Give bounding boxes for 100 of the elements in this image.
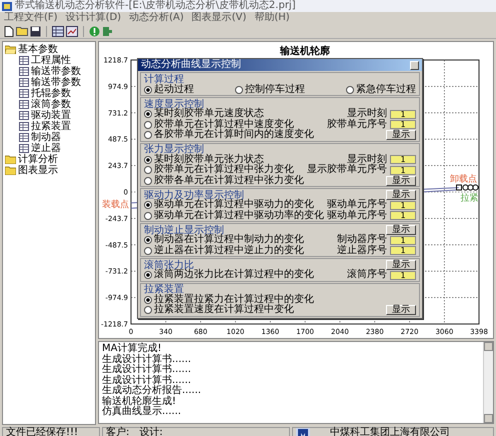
table-icon[interactable] — [52, 26, 64, 36]
option-label[interactable]: 紧急停车过程 — [356, 84, 416, 94]
table-icon — [19, 122, 29, 131]
radio-button[interactable] — [144, 212, 152, 220]
table-icon — [19, 144, 29, 153]
option-label[interactable]: 胶带单元在计算过程中张力变化 — [154, 165, 294, 176]
field-label: 显示时刻 — [347, 109, 387, 120]
field-label: 逆止器序号 — [337, 246, 387, 256]
tree-item[interactable]: 基本参数 — [5, 44, 93, 55]
option-label[interactable]: 胶带单元在计算过程中速度变化 — [154, 120, 294, 130]
radio-button[interactable] — [144, 176, 152, 185]
radio-button[interactable] — [235, 86, 243, 94]
field-label: 显示胶带单元序号 — [307, 165, 387, 176]
chart-label: 装载点 — [102, 200, 129, 210]
input-field[interactable]: 1 — [390, 110, 416, 119]
show-button[interactable]: 显示 — [386, 130, 416, 140]
table-icon — [19, 67, 29, 76]
radio-button[interactable] — [144, 246, 152, 255]
input-field[interactable]: 1 — [390, 166, 416, 175]
field-label: 制动器序号 — [337, 235, 387, 246]
show-button[interactable]: 显示 — [386, 260, 416, 270]
option-label[interactable]: 制动器在计算过程中制动力的变化 — [154, 235, 304, 246]
dialog-title: 动态分析曲线显示控制 — [141, 59, 241, 71]
pulley-drawing — [456, 184, 480, 192]
tree-item[interactable]: 制动器 — [5, 132, 93, 143]
menu-item[interactable]: 动态分析(A) — [129, 12, 184, 24]
group-title: 制动逆止显示控制 — [144, 224, 224, 236]
log-line: 仿真曲线显示...... — [102, 407, 182, 418]
field-label: 滚筒序号 — [347, 270, 387, 280]
tree-item[interactable]: 输送带参数 — [5, 77, 93, 88]
menu-item[interactable]: 帮助(H) — [254, 12, 290, 24]
option-label[interactable]: 驱动单元在计算过程中驱动力的变化 — [154, 200, 314, 210]
option-label[interactable]: 胶带各单元在计算过程中张力变化 — [154, 176, 304, 186]
client-label: 客户: — [106, 428, 130, 436]
option-label[interactable]: 起动过程 — [154, 84, 194, 94]
radio-button[interactable] — [144, 120, 152, 129]
radio-button[interactable] — [144, 306, 152, 314]
group-title: 张力显示控制 — [144, 142, 204, 155]
radio-button[interactable] — [144, 236, 152, 244]
tree-item[interactable]: 图表显示 — [5, 165, 93, 176]
option-label[interactable]: 拉紧装置拉紧力在计算过程中的变化 — [154, 294, 314, 305]
tree-item[interactable]: 逆止器 — [5, 143, 93, 154]
radio-button[interactable] — [144, 201, 152, 210]
tree-item[interactable]: 工程属性 — [5, 55, 93, 66]
input-field[interactable]: 1 — [390, 270, 416, 280]
option-label[interactable]: 某时刻胶带单元速度状态 — [154, 109, 264, 120]
radio-button[interactable] — [144, 156, 152, 164]
tree-item[interactable]: 驱动装置 — [5, 110, 93, 121]
save-icon[interactable] — [30, 26, 41, 36]
folder-icon[interactable] — [16, 26, 28, 36]
log-line: 生成动态分析报告...... — [102, 386, 202, 396]
show-button[interactable]: 显示 — [386, 305, 416, 316]
input-field[interactable]: 1 — [390, 200, 416, 210]
input-field[interactable]: 1 — [390, 246, 416, 256]
show-button[interactable]: 显示 — [386, 176, 416, 186]
option-label[interactable]: 各胶带单元在计算时间内的速度变化 — [154, 130, 314, 140]
input-field[interactable]: 1 — [390, 155, 416, 164]
app-icon — [2, 2, 12, 10]
log-line: 生成设计计算书...... — [102, 365, 192, 375]
radio-button[interactable] — [144, 110, 152, 118]
table-icon — [19, 56, 29, 65]
option-label[interactable]: 逆止器在计算过程中逆止力的变化 — [154, 246, 304, 256]
log-line: 生成设计计算书...... — [102, 354, 192, 364]
chart-icon[interactable] — [66, 26, 78, 36]
group-title: 驱动力及功率显示控制 — [144, 188, 244, 200]
open-folder-icon — [5, 45, 16, 54]
tree-item[interactable]: 托辊参数 — [5, 88, 93, 99]
option-label[interactable]: 控制停车过程 — [245, 84, 305, 94]
radio-button[interactable] — [144, 271, 152, 280]
menu-item[interactable]: 图表显示(V) — [192, 12, 246, 24]
input-field[interactable]: 1 — [390, 120, 416, 130]
input-field[interactable]: 1 — [390, 211, 416, 220]
radio-button[interactable] — [144, 166, 152, 174]
close-button[interactable] — [410, 60, 419, 70]
menu-item[interactable]: 设计计算(D) — [66, 12, 122, 24]
radio-button[interactable] — [346, 86, 354, 94]
table-icon — [19, 89, 29, 98]
show-button[interactable]: 显示 — [386, 224, 416, 234]
option-label[interactable]: 某时刻胶带单元张力状态 — [154, 154, 264, 165]
input-field[interactable]: 1 — [390, 236, 416, 245]
table-icon — [19, 100, 29, 109]
radio-button[interactable] — [144, 86, 152, 94]
tree-item[interactable]: 输送带参数 — [5, 66, 93, 77]
radio-button[interactable] — [144, 131, 152, 140]
option-label[interactable]: 滚筒两边张力比在计算过程中的变化 — [154, 270, 314, 280]
table-icon — [19, 111, 29, 120]
option-label[interactable]: 驱动单元在计算过程中驱动功率的变化 — [154, 210, 324, 221]
tree-item[interactable]: 滚筒参数 — [5, 99, 93, 110]
radio-button[interactable] — [144, 296, 152, 304]
chart-label: 拉紧 — [460, 194, 479, 204]
show-button[interactable]: 显示 — [386, 190, 416, 200]
new-file-icon[interactable] — [4, 26, 14, 36]
field-label: 显示时刻 — [347, 154, 387, 165]
option-label[interactable]: 拉紧装置速度在计算过程中变化 — [154, 305, 294, 316]
menu-item[interactable]: 工程文件(F) — [4, 12, 58, 24]
log-line: 生成设计计算书...... — [102, 376, 192, 386]
log-line: MA计算完成! — [102, 344, 162, 354]
window-title: 带式输送机动态分析软件-[E:\皮带机动态分析\皮带机动态2.prj] — [15, 0, 296, 12]
tree-item[interactable]: 拉紧装置 — [5, 121, 93, 132]
tree-item[interactable]: 计算分析 — [5, 154, 93, 165]
